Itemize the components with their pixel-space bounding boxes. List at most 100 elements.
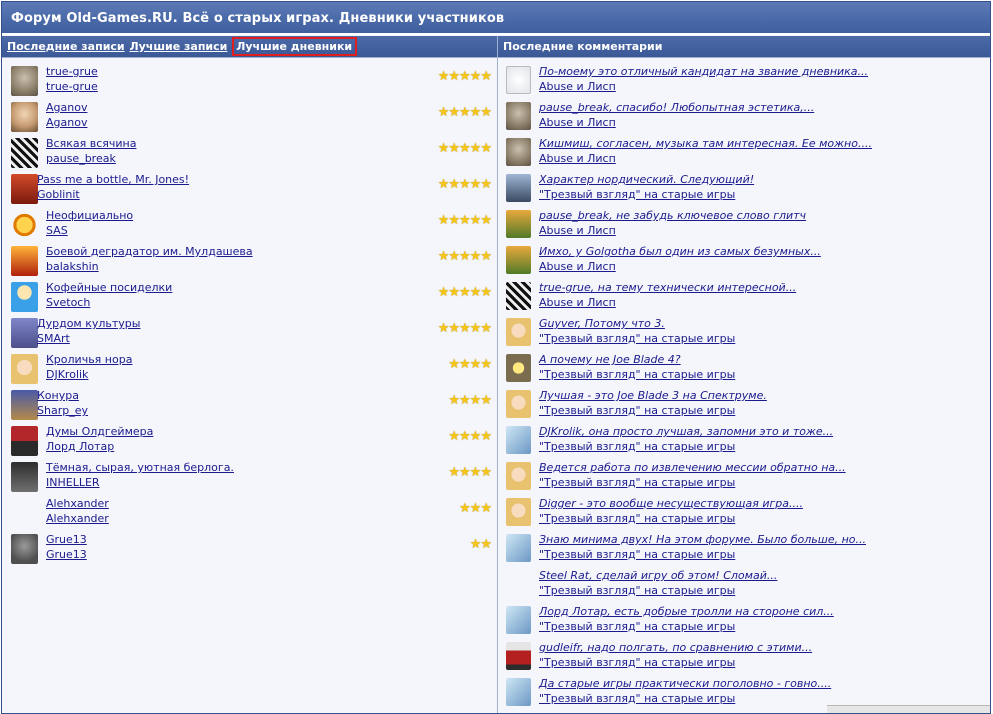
diary-title-link[interactable]: Pass me a bottle, Mr. Jones! [37, 172, 189, 187]
comment-link[interactable]: true-grue, на тему технически интересной… [539, 280, 796, 295]
avatar[interactable] [506, 390, 531, 418]
comment-link[interactable]: По-моему это отличный кандидат на звание… [539, 64, 868, 79]
diary-title-link[interactable]: Неофициально [46, 208, 133, 223]
avatar[interactable] [506, 462, 531, 490]
avatar[interactable] [506, 282, 531, 310]
comment-diary-link[interactable]: "Трезвый взгляд" на старые игры [539, 511, 803, 526]
comment-diary-link[interactable]: Abuse и Лисп [539, 295, 796, 310]
comment-link[interactable]: DJKrolik, она просто лучшая, запомни это… [539, 424, 833, 439]
comment-diary-link[interactable]: "Трезвый взгляд" на старые игры [539, 475, 846, 490]
diary-author-link[interactable]: Grue13 [46, 547, 87, 562]
avatar[interactable] [11, 138, 38, 168]
comment-diary-link[interactable]: "Трезвый взгляд" на старые игры [539, 367, 735, 382]
comment-diary-link[interactable]: "Трезвый взгляд" на старые игры [539, 547, 866, 562]
diary-title-link[interactable]: Кроличья нора [46, 352, 132, 367]
comment-diary-link[interactable]: Abuse и Лисп [539, 151, 872, 166]
diary-author-link[interactable]: INHELLER [46, 475, 234, 490]
tab-best-entries[interactable]: Лучшие записи [129, 40, 227, 53]
diary-author-link[interactable]: SAS [46, 223, 133, 238]
tab-latest-entries[interactable]: Последние записи [7, 40, 125, 53]
avatar[interactable] [506, 138, 531, 166]
avatar[interactable] [506, 246, 531, 274]
avatar[interactable] [11, 318, 38, 348]
diary-author-link[interactable]: pause_break [46, 151, 136, 166]
avatar[interactable] [506, 606, 531, 634]
comment-link[interactable]: Digger - это вообще несуществующая игра.… [539, 496, 803, 511]
comment-link[interactable]: Лорд Лотар, есть добрые тролли на сторон… [539, 604, 834, 619]
comment-link[interactable]: Кишмиш, согласен, музыка там интересная.… [539, 136, 872, 151]
comment-diary-link[interactable]: "Трезвый взгляд" на старые игры [539, 619, 834, 634]
comment-link[interactable]: Да старые игры практически поголовно - г… [539, 676, 831, 691]
avatar[interactable] [11, 534, 38, 564]
comment-diary-link[interactable]: "Трезвый взгляд" на старые игры [539, 655, 812, 670]
diary-title-link[interactable]: Всякая всячина [46, 136, 136, 151]
diary-author-link[interactable]: Alehxander [46, 511, 109, 526]
comment-link[interactable]: pause_break, спасибо! Любопытная эстетик… [539, 100, 814, 115]
diary-title-link[interactable]: Тёмная, сырая, уютная берлога. [46, 460, 234, 475]
diary-author-link[interactable]: Aganov [46, 115, 87, 130]
comment-diary-link[interactable]: Abuse и Лисп [539, 79, 868, 94]
avatar[interactable] [506, 66, 531, 94]
diary-title-link[interactable]: Конура [37, 388, 88, 403]
avatar[interactable] [11, 210, 38, 240]
comment-link[interactable]: Guyver, Потому что 3. [539, 316, 735, 331]
comment-diary-link[interactable]: Abuse и Лисп [539, 115, 814, 130]
avatar[interactable] [11, 282, 38, 312]
comment-diary-link[interactable]: "Трезвый взгляд" на старые игры [539, 187, 754, 202]
comment-diary-link[interactable]: "Трезвый взгляд" на старые игры [539, 439, 833, 454]
comment-diary-link[interactable]: Abuse и Лисп [539, 223, 806, 238]
comment-link[interactable]: А почему не Joe Blade 4? [539, 352, 735, 367]
avatar[interactable] [506, 570, 531, 598]
diary-title-link[interactable]: true-grue [46, 64, 98, 79]
comment-diary-link[interactable]: "Трезвый взгляд" на старые игры [539, 403, 767, 418]
comment-diary-link[interactable]: Abuse и Лисп [539, 259, 821, 274]
avatar[interactable] [11, 354, 38, 384]
comment-link[interactable]: gudleifr, надо полгать, по сравнению с э… [539, 640, 812, 655]
diary-author-link[interactable]: Sharp_ey [37, 403, 88, 418]
avatar[interactable] [11, 102, 38, 132]
comment-link[interactable]: Имхо, у Golgotha был один из самых безум… [539, 244, 821, 259]
avatar[interactable] [506, 498, 531, 526]
diary-title-link[interactable]: Думы Олдгеймера [46, 424, 153, 439]
avatar[interactable] [11, 174, 38, 204]
diary-author-link[interactable]: DJKrolik [46, 367, 132, 382]
avatar[interactable] [506, 642, 531, 670]
avatar[interactable] [506, 174, 531, 202]
diary-title-link[interactable]: Alehxander [46, 496, 109, 511]
comment-link[interactable]: Лучшая - это Joe Blade 3 на Спектруме. [539, 388, 767, 403]
diary-author-link[interactable]: true-grue [46, 79, 98, 94]
avatar[interactable] [506, 426, 531, 454]
avatar[interactable] [11, 390, 38, 420]
comment-link[interactable]: pause_break, не забудь ключевое слово гл… [539, 208, 806, 223]
diary-title-link[interactable]: Кофейные посиделки [46, 280, 172, 295]
diary-title-link[interactable]: Grue13 [46, 532, 87, 547]
avatar[interactable] [11, 66, 38, 96]
diary-author-link[interactable]: Goblinit [37, 187, 189, 202]
avatar[interactable] [11, 462, 38, 492]
comment-link[interactable]: Характер нордический. Следующий! [539, 172, 754, 187]
avatar[interactable] [11, 426, 38, 456]
avatar[interactable] [506, 102, 531, 130]
horizontal-scrollbar[interactable] [827, 705, 990, 713]
comment-diary-link[interactable]: "Трезвый взгляд" на старые игры [539, 331, 735, 346]
avatar[interactable] [506, 678, 531, 706]
diary-author-link[interactable]: balakshin [46, 259, 253, 274]
diary-author-link[interactable]: SMArt [37, 331, 140, 346]
avatar[interactable] [11, 246, 38, 276]
diary-title-link[interactable]: Дурдом культуры [37, 316, 140, 331]
avatar[interactable] [506, 354, 531, 382]
diary-title-link[interactable]: Aganov [46, 100, 87, 115]
avatar[interactable] [506, 210, 531, 238]
comment-diary-link[interactable]: "Трезвый взгляд" на старые игры [539, 583, 777, 598]
avatar[interactable] [11, 498, 38, 528]
comment-link[interactable]: Знаю минима двух! На этом форуме. Было б… [539, 532, 866, 547]
comment-link[interactable]: Ведется работа по извлечению мессии обра… [539, 460, 846, 475]
diary-title-link[interactable]: Боевой деградатор им. Мулдашева [46, 244, 253, 259]
comment-link[interactable]: Steel Rat, сделай игру об этом! Сломай..… [539, 568, 777, 583]
avatar[interactable] [506, 534, 531, 562]
diary-author-link[interactable]: Svetoch [46, 295, 172, 310]
comment-diary-link[interactable]: "Трезвый взгляд" на старые игры [539, 691, 831, 706]
avatar[interactable] [506, 318, 531, 346]
diary-author-link[interactable]: Лорд Лотар [46, 439, 153, 454]
tab-best-diaries[interactable]: Лучшие дневники [232, 37, 358, 56]
